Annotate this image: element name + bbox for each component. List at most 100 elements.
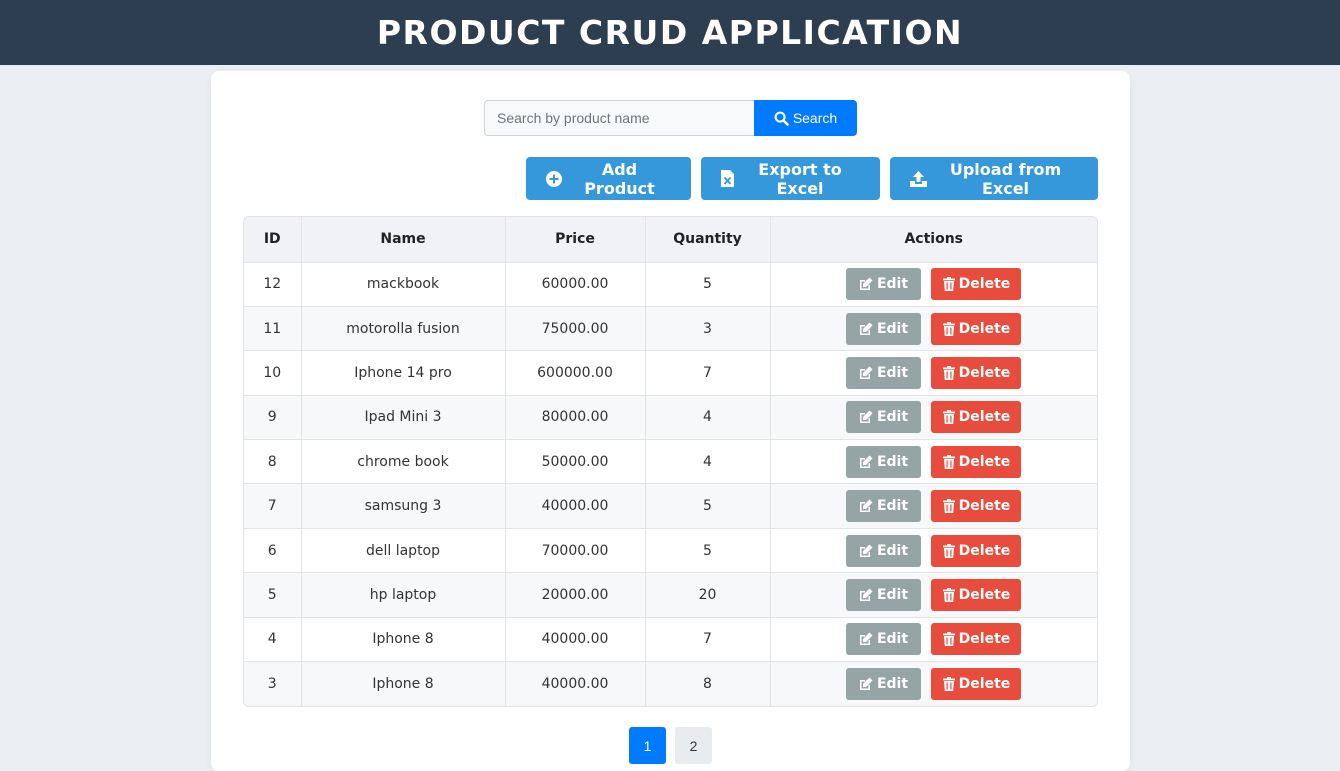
delete-label: Delete [958, 453, 1011, 470]
export-excel-button[interactable]: Export to Excel [701, 157, 880, 200]
plus-circle-icon [546, 170, 562, 187]
cell-actions: Edit Delete [770, 483, 1097, 529]
edit-label: Edit [876, 542, 909, 559]
trash-icon [942, 365, 955, 380]
cell-name: Iphone 8 [301, 661, 506, 706]
delete-button[interactable]: Delete [931, 578, 1022, 611]
cell-quantity: 8 [645, 661, 771, 706]
edit-label: Edit [876, 631, 909, 648]
delete-button[interactable]: Delete [931, 623, 1022, 656]
delete-button[interactable]: Delete [931, 534, 1022, 567]
delete-label: Delete [958, 276, 1011, 293]
delete-button[interactable]: Delete [931, 490, 1022, 523]
search-bar: Search [484, 100, 857, 136]
table-header-row: ID Name Price Quantity Actions [244, 217, 1097, 263]
table-row: 6 dell laptop 70000.00 5 Edit Delete [244, 528, 1097, 574]
search-button-label: Search [792, 110, 838, 126]
delete-button[interactable]: Delete [931, 445, 1022, 478]
cell-quantity: 7 [645, 350, 771, 396]
cell-id: 3 [244, 661, 302, 706]
column-header-price: Price [505, 217, 646, 263]
edit-icon [859, 410, 873, 424]
cell-actions: Edit Delete [770, 306, 1097, 352]
trash-icon [942, 277, 955, 292]
trash-icon [942, 676, 955, 691]
edit-button[interactable]: Edit [846, 534, 922, 567]
cell-price: 20000.00 [505, 572, 646, 618]
cell-price: 50000.00 [505, 439, 646, 485]
trash-icon [942, 499, 955, 514]
column-header-quantity: Quantity [645, 217, 771, 263]
delete-button[interactable]: Delete [931, 401, 1022, 434]
toolbar: Add Product Export to Excel Upload from … [526, 157, 1098, 200]
edit-button[interactable]: Edit [846, 356, 922, 389]
cell-price: 70000.00 [505, 528, 646, 574]
edit-label: Edit [876, 409, 909, 426]
edit-button[interactable]: Edit [846, 490, 922, 523]
upload-excel-label: Upload from Excel [949, 159, 1062, 198]
cell-id: 10 [244, 350, 302, 396]
search-icon [774, 111, 789, 126]
upload-excel-button[interactable]: Upload from Excel [890, 157, 1098, 200]
cell-actions: Edit Delete [770, 617, 1097, 663]
cell-actions: Edit Delete [770, 439, 1097, 485]
delete-label: Delete [958, 542, 1011, 559]
trash-icon [942, 543, 955, 558]
edit-button[interactable]: Edit [846, 401, 922, 434]
table-row: 11 motorolla fusion 75000.00 3 Edit Dele… [244, 306, 1097, 352]
cell-price: 40000.00 [505, 661, 646, 706]
search-button[interactable]: Search [754, 100, 857, 136]
cell-actions: Edit Delete [770, 262, 1097, 307]
table-row: 7 samsung 3 40000.00 5 Edit Delete [244, 483, 1097, 529]
cell-quantity: 3 [645, 306, 771, 352]
trash-icon [942, 587, 955, 602]
table-row: 3 Iphone 8 40000.00 8 Edit Delete [244, 661, 1097, 706]
cell-actions: Edit Delete [770, 528, 1097, 574]
cell-price: 75000.00 [505, 306, 646, 352]
cell-quantity: 5 [645, 483, 771, 529]
cell-name: dell laptop [301, 528, 506, 574]
edit-label: Edit [876, 276, 909, 293]
edit-label: Edit [876, 675, 909, 692]
edit-button[interactable]: Edit [846, 268, 922, 301]
delete-label: Delete [958, 631, 1011, 648]
edit-button[interactable]: Edit [846, 312, 922, 345]
cell-name: chrome book [301, 439, 506, 485]
edit-label: Edit [876, 364, 909, 381]
edit-icon [859, 632, 873, 646]
edit-label: Edit [876, 586, 909, 603]
page-1-button[interactable]: 1 [629, 727, 666, 764]
add-product-button[interactable]: Add Product [526, 157, 691, 200]
edit-icon [859, 499, 873, 513]
delete-label: Delete [958, 586, 1011, 603]
cell-id: 12 [244, 262, 302, 307]
search-input[interactable] [484, 100, 754, 136]
edit-button[interactable]: Edit [846, 445, 922, 478]
cell-quantity: 5 [645, 262, 771, 307]
edit-button[interactable]: Edit [846, 623, 922, 656]
edit-icon [859, 455, 873, 469]
edit-label: Edit [876, 320, 909, 337]
table-row: 5 hp laptop 20000.00 20 Edit Delete [244, 572, 1097, 618]
table-row: 8 chrome book 50000.00 4 Edit Delete [244, 439, 1097, 485]
page-2-button[interactable]: 2 [675, 727, 712, 764]
cell-price: 600000.00 [505, 350, 646, 396]
cell-actions: Edit Delete [770, 572, 1097, 618]
table-row: 9 Ipad Mini 3 80000.00 4 Edit Delete [244, 395, 1097, 441]
column-header-actions: Actions [770, 217, 1097, 263]
delete-button[interactable]: Delete [931, 356, 1022, 389]
column-header-id: ID [244, 217, 302, 263]
cell-name: Ipad Mini 3 [301, 395, 506, 441]
cell-quantity: 20 [645, 572, 771, 618]
delete-label: Delete [958, 498, 1011, 515]
delete-button[interactable]: Delete [931, 667, 1022, 700]
delete-label: Delete [958, 409, 1011, 426]
delete-button[interactable]: Delete [931, 312, 1022, 345]
edit-icon [859, 544, 873, 558]
delete-button[interactable]: Delete [931, 268, 1022, 301]
add-product-label: Add Product [584, 159, 655, 198]
cell-id: 8 [244, 439, 302, 485]
cell-price: 80000.00 [505, 395, 646, 441]
edit-button[interactable]: Edit [846, 578, 922, 611]
edit-button[interactable]: Edit [846, 667, 922, 700]
